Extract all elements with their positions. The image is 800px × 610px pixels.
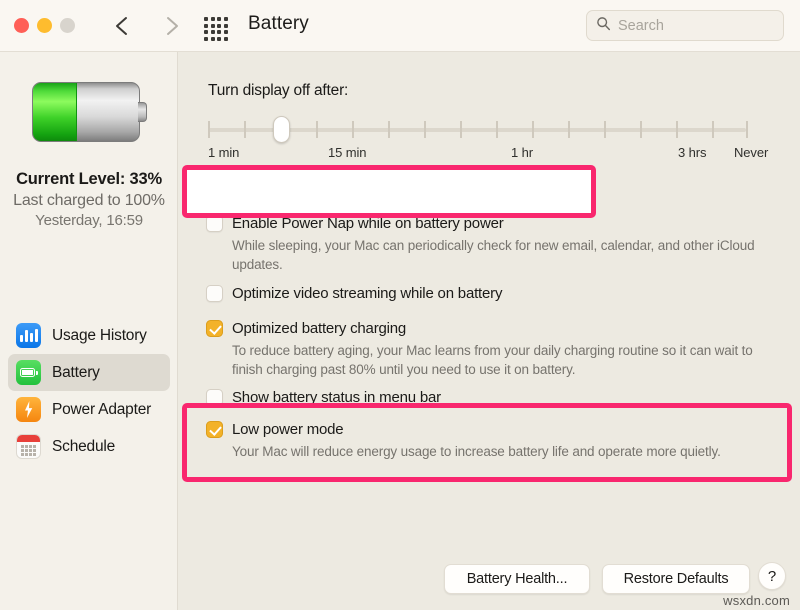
slider-thumb[interactable] [273,116,290,143]
page-title: Battery [248,13,309,35]
minimize-button[interactable] [37,18,52,33]
sidebar-item-label: Battery [52,364,100,382]
slider-tick [676,121,678,138]
slider-tick-label: Never [734,145,768,160]
last-charged-text: Last charged to 100% [0,192,178,210]
battery-icon [32,82,147,142]
option-row-optimized-charging[interactable]: Optimized battery charging [206,319,406,338]
calendar-icon [16,434,41,459]
turn-display-off-label: Turn display off after: [208,82,348,100]
option-description-power-nap: While sleeping, your Mac can periodicall… [232,237,777,274]
restore-defaults-button[interactable]: Restore Defaults [602,564,750,594]
sidebar-item-label: Usage History [52,327,147,345]
slider-tick-label: 1 min [208,145,239,160]
battery-status-panel: Current Level: 33% Last charged to 100% … [0,82,178,229]
option-description-optimized-charging: To reduce battery aging, your Mac learns… [232,342,777,379]
sidebar-item-power-adapter[interactable]: Power Adapter [8,391,170,428]
sidebar-item-label: Power Adapter [52,401,151,419]
slider-tick [352,121,354,138]
sidebar-item-label: Schedule [52,438,115,456]
slider-tick [424,121,426,138]
display-sleep-slider[interactable] [206,117,768,141]
sidebar: Current Level: 33% Last charged to 100% … [0,52,178,610]
navigation-arrows [108,11,186,41]
chart-bar-icon [16,323,41,348]
slider-tick [244,121,246,138]
slider-tick [640,121,642,138]
option-label: Optimize video streaming while on batter… [232,284,502,303]
main-content: Turn display off after: 1 min 15 min 1 [178,52,800,610]
checkbox-optimized-charging[interactable] [206,320,223,337]
slider-tick-labels: 1 min 15 min 1 hr 3 hrs Never [206,145,768,165]
restore-defaults-label: Restore Defaults [624,571,729,587]
slider-tick [746,121,748,138]
sidebar-item-usage-history[interactable]: Usage History [8,317,170,354]
battery-body [32,82,140,142]
battery-cap [138,102,147,122]
battery-icon [16,360,41,385]
lightning-bolt-icon [16,397,41,422]
traffic-light-buttons [14,18,75,33]
battery-fill [33,83,78,141]
sidebar-nav-list: Usage History Battery Power Adapter [0,317,178,465]
search-input[interactable]: Search [586,10,784,41]
slider-tick [460,121,462,138]
highlight-box-slightly-dim [182,165,596,218]
watermark: wsxdn.com [723,593,790,608]
window-titlebar: Battery Search [0,0,800,52]
sidebar-item-schedule[interactable]: Schedule [8,428,170,465]
slider-tick-label: 1 hr [511,145,533,160]
battery-preferences-window: Battery Search Current Level: 33% Last c… [0,0,800,610]
option-row-optimize-video[interactable]: Optimize video streaming while on batter… [206,284,502,303]
slider-tick [208,121,210,138]
sidebar-item-battery[interactable]: Battery [8,354,170,391]
slider-tick [388,121,390,138]
search-icon [596,16,611,36]
chevron-right-icon[interactable] [158,11,186,41]
option-label: Optimized battery charging [232,319,406,338]
help-label: ? [768,568,776,585]
grid-apps-icon[interactable] [204,17,228,41]
slider-tick [712,121,714,138]
slider-tick-label: 3 hrs [678,145,706,160]
chevron-left-icon[interactable] [108,11,136,41]
close-button[interactable] [14,18,29,33]
slider-tick [568,121,570,138]
slider-tick [496,121,498,138]
zoom-button[interactable] [60,18,75,33]
slider-tick [316,121,318,138]
slider-tick [532,121,534,138]
last-charged-time: Yesterday, 16:59 [0,212,178,229]
slider-tick-label: 15 min [328,145,366,160]
battery-health-button[interactable]: Battery Health... [444,564,590,594]
highlight-box-low-power-mode [182,403,792,482]
checkbox-optimize-video[interactable] [206,285,223,302]
current-level-text: Current Level: 33% [0,170,178,189]
search-placeholder: Search [618,18,664,34]
slider-tick [604,121,606,138]
help-button[interactable]: ? [758,562,786,590]
battery-health-label: Battery Health... [467,571,568,587]
